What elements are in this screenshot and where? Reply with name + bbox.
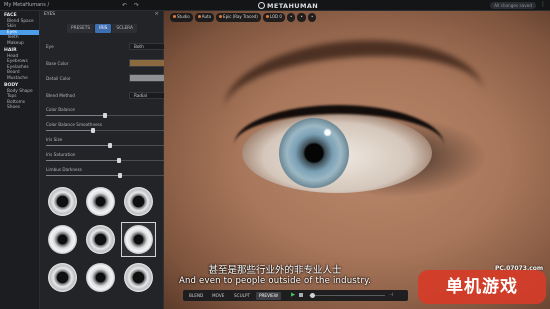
slider-label: Iris Size	[46, 137, 63, 142]
slider-handle[interactable]	[107, 143, 112, 149]
figure-button[interactable]: •	[297, 13, 306, 22]
sidebar-item-makeup[interactable]: Makeup	[0, 41, 39, 46]
iris-thumbnail	[86, 187, 115, 216]
brand-title: METAHUMAN	[267, 1, 319, 10]
iris-thumbnail	[48, 187, 77, 216]
grid-button[interactable]: •	[286, 13, 296, 22]
eye-select-value: Both	[134, 44, 144, 49]
timeline-handle[interactable]	[310, 293, 315, 298]
iris-thumbnail	[124, 225, 153, 254]
iris-preset[interactable]	[46, 223, 79, 256]
viewport-button-label: Auto	[201, 14, 212, 19]
slider-fill	[46, 160, 120, 162]
base-color-label: Base Color	[46, 61, 69, 66]
slider-label: Iris Saturation	[46, 152, 76, 157]
iris-preset[interactable]	[84, 223, 117, 256]
brand-logo: METAHUMAN	[258, 1, 319, 10]
iris-preset[interactable]	[84, 185, 117, 218]
sidebar-item-shoes[interactable]: Shoes	[0, 105, 39, 110]
tab-presets[interactable]: PRESETS	[67, 24, 95, 33]
metahuman-icon	[258, 1, 265, 9]
slider-track[interactable]	[46, 173, 164, 179]
slider-fill	[46, 115, 105, 117]
slider-label: Color Balance Smoothness	[46, 122, 103, 127]
viewport-toolbar: Studio Auto Epic (Ray Traced) LOD 0 • • •	[170, 13, 317, 22]
lod-icon	[265, 15, 269, 18]
blend-method-value: Radial	[134, 93, 147, 98]
eye-label: Eye	[46, 44, 54, 49]
breadcrumb[interactable]: My MetaHumans /	[4, 2, 49, 8]
slider-fill	[46, 175, 121, 177]
viewport-button-label: Studio	[177, 14, 190, 19]
slider-track[interactable]	[46, 128, 164, 134]
save-status-badge: All changes saved	[490, 1, 536, 9]
figure-icon: •	[300, 14, 303, 19]
viewport-epic-ray-traced-button[interactable]: Epic (Ray Traced)	[216, 13, 261, 22]
iris-thumbnail	[86, 225, 115, 254]
camera-icon: •	[310, 14, 314, 19]
slider-track[interactable]	[46, 113, 164, 119]
redo-icon[interactable]: ↷	[133, 2, 140, 9]
timeline-end-icon[interactable]: ⊣	[389, 292, 393, 298]
slider-handle[interactable]	[103, 113, 107, 119]
viewport-lod-0-button[interactable]: LOD 0	[262, 13, 285, 22]
iris-thumbnail	[124, 187, 153, 216]
eyebrow	[220, 32, 484, 110]
slider-handle[interactable]	[117, 158, 122, 164]
slider-track[interactable]	[46, 143, 164, 149]
iris-thumbnail	[48, 225, 77, 254]
mode-blend[interactable]: BLEND	[186, 292, 206, 300]
slider-label: Limbus Darkness	[46, 167, 82, 172]
iris-preset[interactable]	[121, 222, 156, 257]
sidebar-item-mustache[interactable]: Mustache	[0, 76, 39, 81]
mode-move[interactable]: MOVE	[209, 292, 227, 300]
close-icon[interactable]: ×	[154, 11, 159, 17]
panel-title: EYES	[44, 12, 56, 17]
slider-handle[interactable]	[91, 128, 96, 134]
viewport-button-label: LOD 0	[269, 14, 282, 19]
detail-color-label: Detail Color	[46, 76, 71, 81]
stop-icon[interactable]	[299, 293, 303, 297]
tab-iris[interactable]: IRIS	[95, 24, 112, 33]
viewport-auto-button[interactable]: Auto	[194, 13, 215, 22]
top-bar: My MetaHumans / ↶ ↷ METAHUMAN All change…	[0, 0, 550, 11]
blend-method-label: Blend Method	[46, 93, 75, 98]
camera-icon	[197, 15, 201, 18]
iris-preset[interactable]	[46, 185, 79, 218]
camera-button[interactable]: •	[307, 13, 317, 22]
mode-preview[interactable]: PREVIEW	[256, 291, 281, 300]
viewport-button-label: Epic (Ray Traced)	[223, 14, 258, 19]
slider-track[interactable]	[46, 158, 164, 164]
menu-icon[interactable]: ⋮	[540, 1, 546, 8]
tab-sclera[interactable]: SCLERA	[112, 24, 137, 33]
eyelashes	[234, 105, 444, 145]
viewport-studio-button[interactable]: Studio	[170, 13, 193, 22]
panel-tabs: PRESETS IRIS SCLERA	[67, 24, 137, 33]
iris-preset[interactable]	[122, 185, 155, 218]
light-icon	[173, 15, 176, 18]
mode-bar: BLEND MOVE SCULPT PREVIEW ▶ ⊣	[183, 290, 408, 301]
slider-fill	[46, 130, 94, 132]
slider-label: Color Balance	[46, 107, 75, 112]
grid-icon: •	[289, 14, 293, 19]
mode-sculpt[interactable]: SCULPT	[231, 292, 253, 300]
undo-icon[interactable]: ↶	[121, 2, 128, 9]
slider-fill	[46, 145, 110, 147]
play-icon[interactable]: ▶	[291, 292, 295, 298]
slider-handle[interactable]	[118, 173, 123, 179]
render-icon	[219, 15, 223, 18]
timeline-track[interactable]	[309, 295, 385, 297]
watermark-logo: 单机游戏	[418, 270, 546, 304]
